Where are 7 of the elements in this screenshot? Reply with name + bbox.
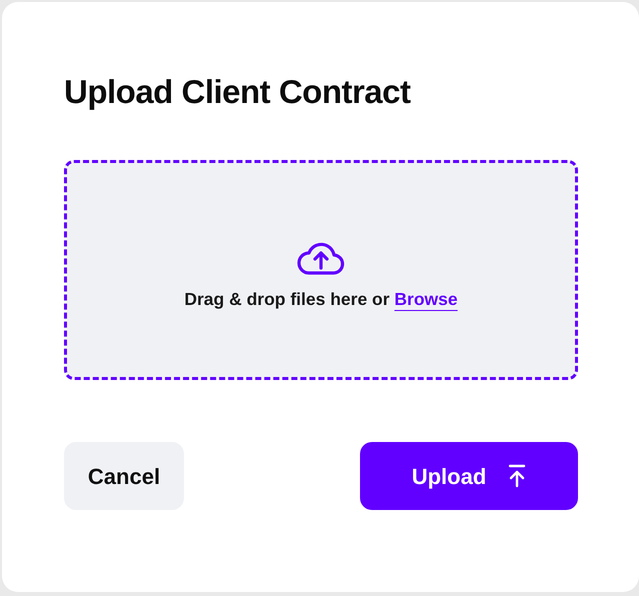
cancel-button[interactable]: Cancel [64,442,184,510]
dialog-title: Upload Client Contract [64,72,412,112]
drop-zone[interactable]: Drag & drop files here or Browse [64,160,578,380]
upload-button[interactable]: Upload [360,442,578,510]
browse-link[interactable]: Browse [394,288,458,309]
drop-instructions: Drag & drop files here or Browse [184,288,458,311]
upload-icon [508,464,526,488]
